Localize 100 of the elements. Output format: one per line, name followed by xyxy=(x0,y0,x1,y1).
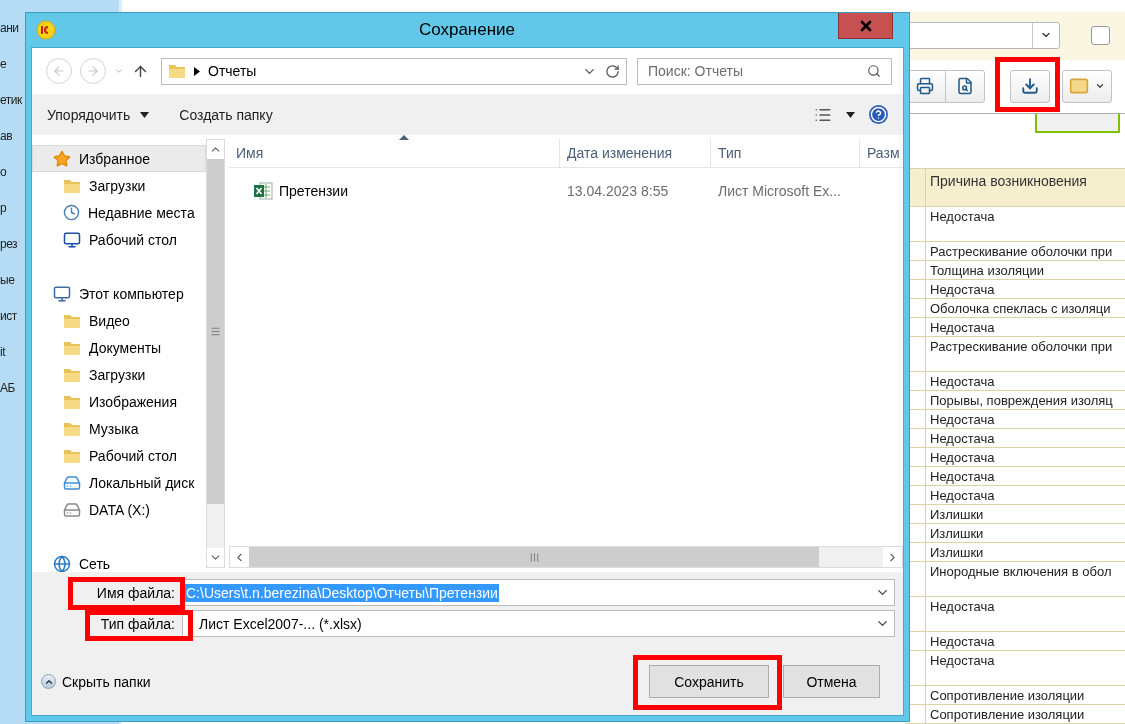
nav-item[interactable]: Сеть xyxy=(32,550,206,572)
scroll-down-button[interactable] xyxy=(207,548,224,567)
file-type-field[interactable]: Лист Excel2007-... (*.xlsx) xyxy=(182,610,895,637)
caret-icon xyxy=(194,66,200,76)
table-cell-text: Растрескивание оболочки при xyxy=(929,338,1114,356)
download-button[interactable] xyxy=(1010,69,1050,103)
field-label: Тип файла: xyxy=(100,615,175,632)
nav-item[interactable]: Рабочий стол xyxy=(32,226,206,253)
address-field[interactable]: Отчеты xyxy=(161,57,627,85)
command-button[interactable]: Создать папку xyxy=(179,106,273,123)
table-cell-text: Недостача xyxy=(929,487,996,504)
sidebar-label[interactable]: р xyxy=(0,200,7,216)
sidebar-label[interactable]: етик xyxy=(0,92,22,108)
highlight-frame xyxy=(995,57,1060,112)
nav-item[interactable]: Изображения xyxy=(32,388,206,415)
hard-drive-icon xyxy=(63,473,81,492)
table-cell-text: Недостача xyxy=(929,319,996,336)
sidebar-label[interactable]: it xyxy=(0,344,5,360)
table-cell-text: Недостача xyxy=(929,411,996,428)
folder-icon xyxy=(63,366,81,383)
nav-item[interactable]: Загрузки xyxy=(32,172,206,199)
sidebar-label[interactable]: ав xyxy=(0,128,13,144)
nav-item[interactable]: Загрузки xyxy=(32,361,206,388)
chevron-up-icon xyxy=(41,674,56,689)
table-cell-text: Толщина изоляции xyxy=(929,262,1046,279)
column-header[interactable]: Имя xyxy=(229,139,559,167)
folder-icon xyxy=(63,339,81,356)
sort-arrow-icon xyxy=(399,135,409,140)
sidebar-label[interactable]: ист xyxy=(0,308,17,324)
logo-icon xyxy=(36,20,56,40)
table-cell-text: Сопротивление изоляции xyxy=(929,706,1086,723)
caret-icon xyxy=(114,66,124,76)
file-type: Лист Microsoft Ex... xyxy=(717,183,842,199)
folder-icon xyxy=(63,420,81,437)
table-cell-text: Излишки xyxy=(929,506,985,523)
column-header[interactable]: Тип xyxy=(710,139,859,167)
arrow-right-icon xyxy=(86,64,100,78)
sidebar-label[interactable]: АБ xyxy=(0,380,15,396)
table-cell-text: Инородные включения в обол xyxy=(929,563,1113,581)
scroll-thumb[interactable] xyxy=(207,159,224,504)
table-cell-text: Недостача xyxy=(929,208,996,226)
column-header[interactable]: Дата изменения xyxy=(559,139,710,167)
nav-item[interactable]: Видео xyxy=(32,307,206,334)
dialog-button[interactable]: Отмена xyxy=(783,665,880,698)
grip-icon xyxy=(210,326,221,337)
caret-icon xyxy=(140,111,150,118)
checkbox[interactable] xyxy=(1091,25,1110,45)
scroll-thumb[interactable] xyxy=(249,547,819,567)
table-cell-text: Недостача xyxy=(929,633,996,650)
sidebar-label[interactable]: ые xyxy=(0,272,15,288)
nav-item[interactable]: Недавние места xyxy=(32,199,206,226)
dialog-button[interactable]: Сохранить xyxy=(649,665,769,698)
close-button[interactable] xyxy=(838,13,893,39)
nav-item[interactable]: Локальный диск xyxy=(32,469,206,496)
help-button[interactable] xyxy=(869,105,888,124)
nav-item[interactable]: Избранное xyxy=(32,145,206,172)
scroll-up-button[interactable] xyxy=(207,140,224,159)
table-cell-text: Сопротивление изоляции xyxy=(929,687,1086,704)
scroll-left-button[interactable] xyxy=(230,547,249,567)
table-cell-text: Оболочка спеклась с изоляци xyxy=(929,300,1112,317)
sidebar-label[interactable]: о xyxy=(0,164,7,180)
table-cell-text: Недостача xyxy=(929,373,996,390)
file-row[interactable]: Претензии 13.04.2023 8:55 Лист Microsoft Ex... xyxy=(229,179,903,203)
horizontal-scrollbar[interactable] xyxy=(229,546,903,568)
hide-folders-link[interactable]: Скрыть папки xyxy=(41,673,151,690)
mail-button[interactable] xyxy=(1062,69,1112,103)
nav-item[interactable]: Рабочий стол xyxy=(32,442,206,469)
nav-item[interactable]: Документы xyxy=(32,334,206,361)
scroll-right-button[interactable] xyxy=(883,547,902,567)
hard-drive-icon xyxy=(63,500,81,519)
folder-icon xyxy=(63,447,81,464)
column-header[interactable]: Разм xyxy=(859,139,903,167)
table-cell-text: Недостача xyxy=(929,430,996,447)
search-field[interactable]: Поиск: Отчеты xyxy=(637,57,892,85)
command-button[interactable]: Упорядочить xyxy=(47,106,150,123)
sidebar-label[interactable]: ани xyxy=(0,20,19,36)
table-cell-text: Излишки xyxy=(929,525,985,542)
nav-item[interactable]: Музыка xyxy=(32,415,206,442)
table-cell-text: Растрескивание оболочки при xyxy=(929,243,1114,260)
search-icon xyxy=(867,64,881,78)
vertical-scrollbar[interactable] xyxy=(206,139,225,568)
refresh-icon[interactable] xyxy=(605,63,620,79)
question-icon xyxy=(870,106,887,123)
nav-item[interactable]: Этот компьютер xyxy=(32,280,206,307)
folder-icon xyxy=(63,312,81,329)
file-name: Претензии xyxy=(279,183,348,199)
printer-icon xyxy=(916,77,935,96)
modified-date: 13.04.2023 8:55 xyxy=(566,183,670,199)
sidebar-label[interactable]: е xyxy=(0,56,7,72)
download-icon xyxy=(1021,77,1039,96)
table-cell-text: Недостача xyxy=(929,468,996,485)
caret-icon[interactable] xyxy=(846,111,855,118)
table-cell-text: Порывы, повреждения изоляц xyxy=(929,392,1114,409)
sidebar-label[interactable]: рез xyxy=(0,236,18,252)
folder-icon xyxy=(63,177,81,194)
clock-icon xyxy=(63,204,80,221)
input-field[interactable] xyxy=(1035,114,1120,133)
monitor-icon xyxy=(53,284,71,303)
globe-icon xyxy=(53,554,71,572)
nav-item[interactable]: DATA (X:) xyxy=(32,496,206,523)
